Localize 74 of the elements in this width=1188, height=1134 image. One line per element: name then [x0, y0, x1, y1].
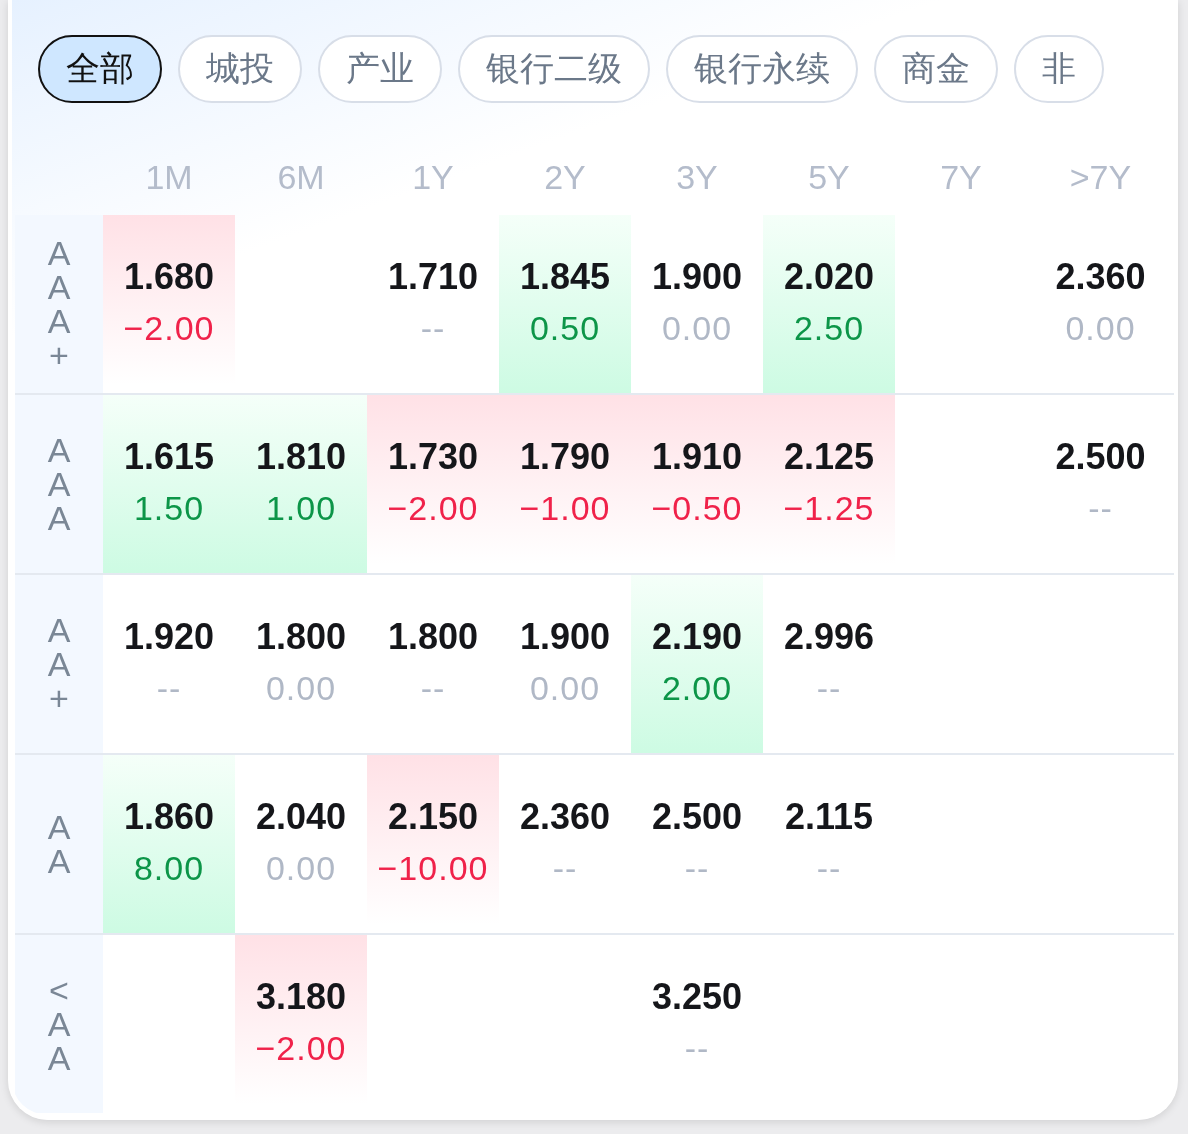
change-value: 0.00: [265, 848, 337, 889]
yield-value: 3.250: [651, 975, 743, 1019]
yield-value: 2.115: [784, 795, 874, 839]
yield-value: 2.125: [783, 435, 875, 479]
change-value: --: [1088, 488, 1113, 529]
yield-value: 1.845: [519, 255, 611, 299]
change-value: 0.00: [265, 668, 337, 709]
column-header: 1Y: [411, 158, 455, 198]
filter-tab[interactable]: 商金: [874, 35, 998, 103]
yield-value: 1.910: [651, 435, 743, 479]
change-value: 2.50: [793, 308, 865, 349]
change-value: 2.00: [661, 668, 733, 709]
change-value: 1.50: [133, 488, 205, 529]
change-value: −1.25: [783, 488, 875, 529]
yield-value: 2.360: [1055, 255, 1146, 299]
change-value: 0.00: [1065, 308, 1136, 349]
filter-tab[interactable]: 银行永续: [666, 35, 858, 103]
change-value: --: [420, 308, 446, 349]
yield-value: 1.800: [387, 615, 479, 659]
filter-tab[interactable]: 城投: [178, 35, 302, 103]
yield-value: 1.900: [651, 255, 743, 299]
change-value: 0.00: [529, 668, 601, 709]
column-header: >7Y: [1068, 158, 1133, 198]
yield-value: 2.360: [519, 795, 611, 839]
filter-tab[interactable]: 银行二级: [458, 35, 650, 103]
change-value: −2.00: [123, 308, 215, 349]
change-value: 8.00: [133, 848, 205, 889]
yield-value: 1.710: [387, 255, 479, 299]
change-value: --: [156, 668, 182, 709]
change-value: --: [420, 668, 446, 709]
change-value: −2.00: [387, 488, 479, 529]
column-header: 5Y: [807, 158, 851, 198]
rating-label: AA: [46, 810, 72, 878]
rating-label: AA+: [46, 613, 72, 715]
yield-value: 1.810: [255, 435, 347, 479]
column-header: 3Y: [675, 158, 719, 198]
yield-value: 2.190: [651, 615, 743, 659]
yield-value: 2.996: [783, 615, 875, 659]
yield-value: 3.180: [255, 975, 347, 1019]
yield-value: 2.150: [387, 795, 479, 839]
filter-tab[interactable]: 非: [1014, 35, 1104, 103]
change-value: --: [816, 848, 842, 889]
rating-label: AAA: [46, 433, 72, 535]
rating-label: <AA: [46, 973, 72, 1075]
yield-value: 2.500: [651, 795, 743, 839]
column-header: 6M: [276, 158, 326, 198]
yield-value: 1.860: [123, 795, 215, 839]
change-value: --: [684, 848, 710, 889]
yield-value: 2.500: [1055, 435, 1146, 479]
change-value: −10.00: [377, 848, 489, 889]
change-value: --: [684, 1028, 710, 1069]
yield-value: 1.900: [519, 615, 611, 659]
filter-tab[interactable]: 全部: [38, 35, 162, 103]
yield-value: 1.920: [123, 615, 215, 659]
column-header: 1M: [144, 158, 194, 198]
yield-value: 1.800: [255, 615, 347, 659]
change-value: 0.50: [529, 308, 601, 349]
change-value: 1.00: [265, 488, 337, 529]
yield-value: 2.020: [783, 255, 875, 299]
change-value: --: [816, 668, 842, 709]
change-value: −0.50: [651, 488, 743, 529]
yield-value: 1.790: [519, 435, 611, 479]
yield-value: 1.730: [387, 435, 479, 479]
change-value: 0.00: [661, 308, 733, 349]
change-value: −1.00: [519, 488, 611, 529]
yield-value: 2.040: [255, 795, 347, 839]
rating-label: AAA+: [46, 236, 72, 372]
column-header: 7Y: [939, 158, 983, 198]
column-header: 2Y: [543, 158, 587, 198]
yield-value: 1.615: [123, 435, 215, 479]
yield-value: 1.680: [123, 255, 215, 299]
change-value: −2.00: [255, 1028, 347, 1069]
filter-tab[interactable]: 产业: [318, 35, 442, 103]
change-value: --: [552, 848, 578, 889]
